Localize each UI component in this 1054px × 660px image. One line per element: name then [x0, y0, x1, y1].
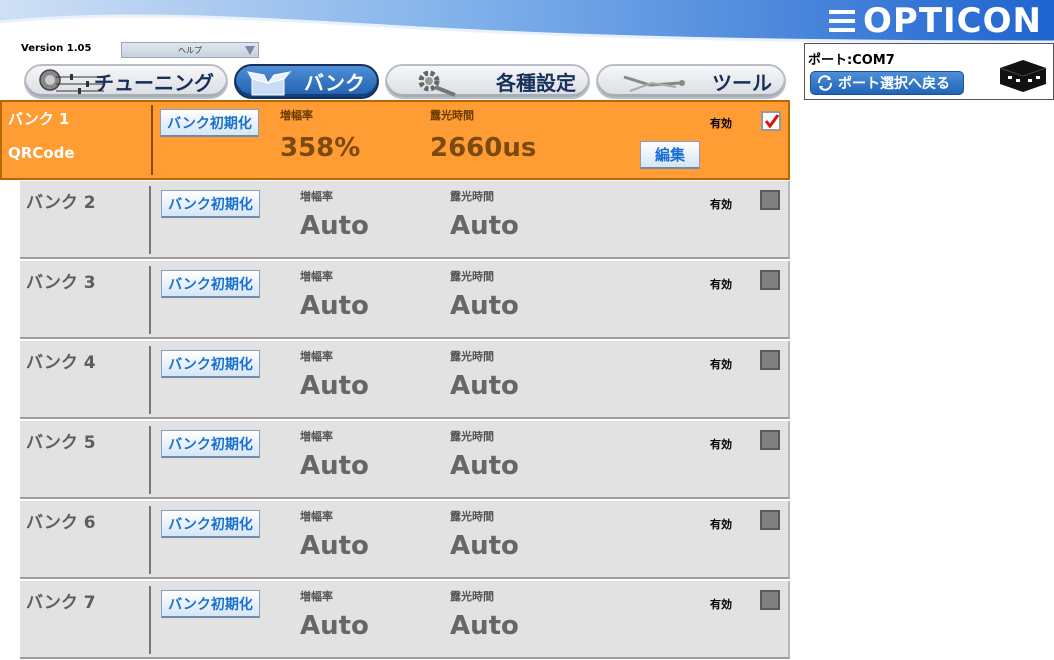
gain-value: Auto: [300, 531, 369, 561]
tab-bank[interactable]: バンク: [234, 64, 379, 99]
settings-gear-icon: [418, 70, 456, 97]
tab-bank-label: バンク: [304, 71, 365, 95]
bank-init-button[interactable]: バンク初期化: [161, 190, 260, 218]
tab-tools-label: ツール: [712, 71, 772, 95]
bank-name: バンク 6: [26, 513, 96, 533]
tab-tuning-label: チューニング: [94, 71, 214, 95]
scanner-device-icon: [999, 60, 1047, 92]
bank-row-4: バンク 4 バンク初期化 増幅率 Auto 露光時間 Auto 有効: [20, 341, 790, 419]
checkmark-icon: [764, 114, 780, 129]
enable-checkbox[interactable]: [760, 190, 780, 210]
exposure-label: 露光時間: [430, 109, 474, 122]
exposure-value: Auto: [450, 451, 519, 481]
bank-divider: [149, 506, 151, 574]
bank-box-icon: [247, 71, 292, 96]
help-menu-label: ヘルプ: [178, 46, 202, 55]
enable-label: 有効: [710, 438, 732, 451]
bank-name: バンク 5: [26, 433, 96, 453]
gain-label: 増幅率: [300, 510, 333, 523]
exposure-label: 露光時間: [450, 190, 494, 203]
port-label: ポート:COM7: [808, 53, 895, 68]
exposure-label: 露光時間: [450, 510, 494, 523]
bank-row-2: バンク 2 バンク初期化 増幅率 Auto 露光時間 Auto 有効: [20, 181, 790, 259]
bank-row-5: バンク 5 バンク初期化 増幅率 Auto 露光時間 Auto 有効: [20, 421, 790, 499]
enable-checkbox[interactable]: [761, 111, 781, 131]
gain-value: Auto: [300, 371, 369, 401]
bank-row-7: バンク 7 バンク初期化 増幅率 Auto 露光時間 Auto 有効: [20, 581, 790, 659]
exposure-label: 露光時間: [450, 590, 494, 603]
exposure-value: Auto: [450, 611, 519, 641]
bank-row-3: バンク 3 バンク初期化 増幅率 Auto 露光時間 Auto 有効: [20, 261, 790, 339]
bank-name: バンク 1: [8, 110, 70, 128]
bank-name: バンク 3: [26, 273, 96, 293]
gain-label: 増幅率: [300, 270, 333, 283]
bank-name: バンク 2: [26, 193, 96, 213]
enable-label: 有効: [710, 358, 732, 371]
exposure-label: 露光時間: [450, 270, 494, 283]
exposure-label: 露光時間: [450, 350, 494, 363]
chevron-down-icon: [245, 46, 255, 55]
bank-name: バンク 7: [26, 593, 96, 613]
exposure-label: 露光時間: [450, 430, 494, 443]
enable-label: 有効: [710, 117, 732, 130]
port-panel: ポート:COM7 ポート選択へ戻る: [804, 43, 1054, 100]
logo-bars-icon: [829, 10, 856, 32]
tab-tuning[interactable]: チューニング: [24, 64, 228, 99]
enable-label: 有効: [710, 518, 732, 531]
bank-divider: [149, 426, 151, 494]
opticon-logo: OPTICON: [829, 1, 1042, 41]
tab-settings-label: 各種設定: [496, 71, 576, 95]
gain-label: 増幅率: [300, 430, 333, 443]
exposure-value: Auto: [450, 211, 519, 241]
enable-checkbox[interactable]: [760, 270, 780, 290]
help-menu-dropdown[interactable]: ヘルプ: [121, 42, 259, 58]
bank-name: バンク 4: [26, 353, 96, 373]
tuning-sliders-icon: [39, 69, 104, 94]
gain-value: Auto: [300, 291, 369, 321]
edit-button[interactable]: 編集: [640, 141, 700, 169]
exposure-value: Auto: [450, 371, 519, 401]
bank-init-button[interactable]: バンク初期化: [161, 270, 260, 298]
enable-checkbox[interactable]: [760, 510, 780, 530]
bank-code: QRCode: [8, 144, 75, 162]
logo-text: OPTICON: [863, 1, 1042, 41]
tab-tools[interactable]: ツール: [596, 64, 786, 99]
enable-label: 有効: [710, 278, 732, 291]
enable-label: 有効: [710, 198, 732, 211]
gain-value: Auto: [300, 451, 369, 481]
gain-value: 358%: [280, 133, 361, 163]
exposure-value: 2660us: [430, 133, 537, 163]
bank-divider: [149, 346, 151, 414]
tab-settings[interactable]: 各種設定: [385, 64, 590, 99]
gain-label: 増幅率: [300, 350, 333, 363]
bank-row-1: バンク 1 QRCode バンク初期化 増幅率 358% 露光時間 2660us…: [0, 100, 790, 180]
refresh-icon: [817, 75, 833, 91]
bank-divider: [151, 105, 153, 175]
tools-icon: [623, 75, 685, 92]
gain-label: 増幅率: [300, 590, 333, 603]
bank-init-button[interactable]: バンク初期化: [161, 430, 260, 458]
bank-divider: [149, 186, 151, 254]
bank-divider: [149, 266, 151, 334]
enable-checkbox[interactable]: [760, 350, 780, 370]
back-to-port-select-button[interactable]: ポート選択へ戻る: [810, 71, 964, 95]
exposure-value: Auto: [450, 531, 519, 561]
gain-label: 増幅率: [280, 109, 313, 122]
enable-label: 有効: [710, 598, 732, 611]
gain-label: 増幅率: [300, 190, 333, 203]
gain-value: Auto: [300, 211, 369, 241]
gain-value: Auto: [300, 611, 369, 641]
bank-init-button[interactable]: バンク初期化: [160, 109, 259, 137]
bank-init-button[interactable]: バンク初期化: [161, 510, 260, 538]
bank-init-button[interactable]: バンク初期化: [161, 350, 260, 378]
enable-checkbox[interactable]: [760, 430, 780, 450]
version-label: Version 1.05: [21, 43, 92, 54]
bank-init-button[interactable]: バンク初期化: [161, 590, 260, 618]
bank-divider: [149, 586, 151, 654]
back-to-port-select-label: ポート選択へ戻る: [838, 76, 950, 92]
bank-row-6: バンク 6 バンク初期化 増幅率 Auto 露光時間 Auto 有効: [20, 501, 790, 579]
enable-checkbox[interactable]: [760, 590, 780, 610]
exposure-value: Auto: [450, 291, 519, 321]
